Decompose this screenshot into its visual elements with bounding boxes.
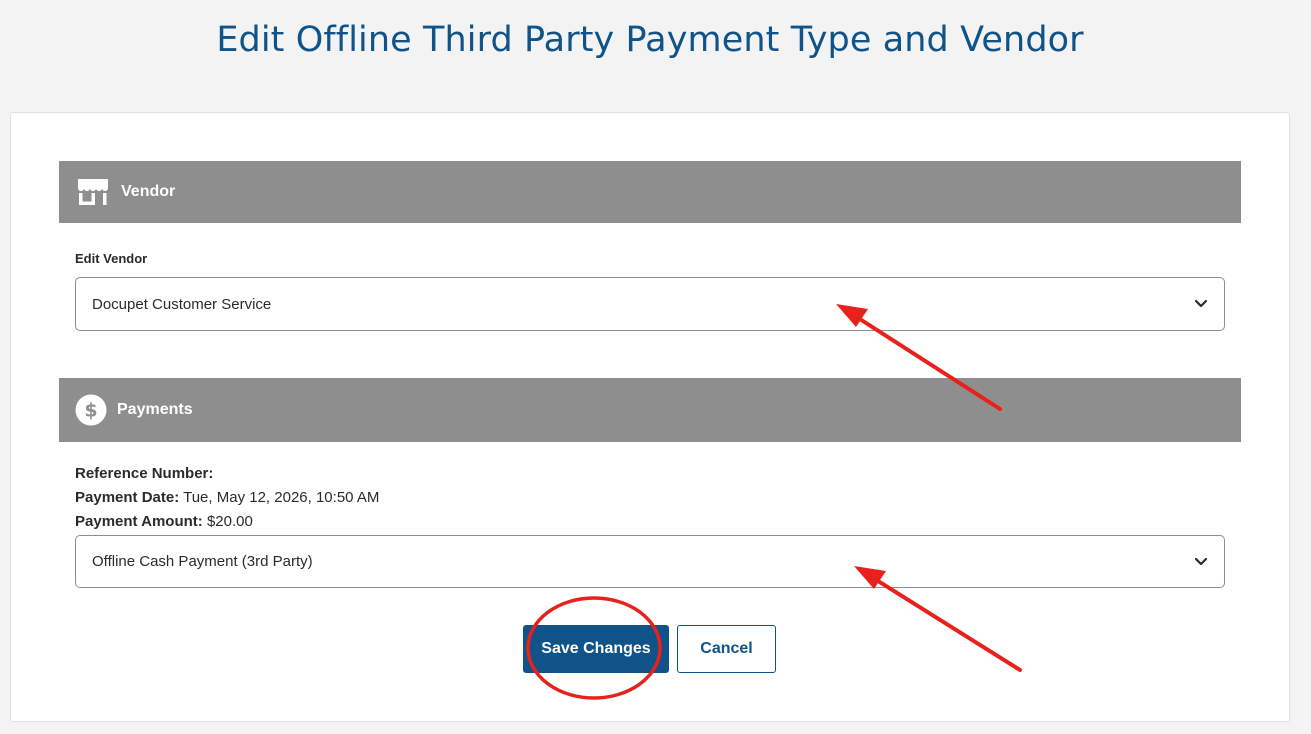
reference-number-row: Reference Number: [75, 462, 213, 486]
payment-date-value: Tue, May 12, 2026, 10:50 AM [183, 489, 380, 506]
payment-date-label: Payment Date: [75, 489, 180, 506]
vendor-section-header: Vendor [59, 161, 1241, 223]
reference-number-label: Reference Number: [75, 465, 214, 482]
vendor-select-value: Docupet Customer Service [92, 295, 272, 313]
page-title: Edit Offline Third Party Payment Type an… [216, 20, 1084, 60]
payment-type-select[interactable]: Offline Cash Payment (3rd Party) [75, 535, 1225, 588]
vendor-header-label: Vendor [121, 183, 176, 200]
payments-header-label: Payments [117, 401, 193, 418]
edit-vendor-label: Edit Vendor [75, 251, 148, 266]
cancel-button[interactable]: Cancel [677, 625, 776, 673]
vendor-select[interactable]: Docupet Customer Service [75, 277, 1225, 331]
payment-amount-row: Payment Amount: $20.00 [75, 510, 253, 534]
save-changes-button[interactable]: Save Changes [523, 625, 669, 673]
chevron-down-icon [1194, 299, 1208, 309]
storefront-icon [75, 177, 111, 207]
payment-date-row: Payment Date: Tue, May 12, 2026, 10:50 A… [75, 486, 379, 510]
payments-section-header: $ Payments [59, 378, 1241, 442]
payment-amount-label: Payment Amount: [75, 513, 203, 530]
payment-amount-value: $20.00 [206, 513, 253, 530]
edit-payment-card: Vendor Edit Vendor Docupet Customer Serv… [10, 112, 1290, 722]
payment-type-select-value: Offline Cash Payment (3rd Party) [92, 553, 313, 570]
chevron-down-icon [1194, 557, 1208, 567]
dollar-circle-icon: $ [75, 394, 107, 426]
svg-text:$: $ [84, 400, 97, 422]
